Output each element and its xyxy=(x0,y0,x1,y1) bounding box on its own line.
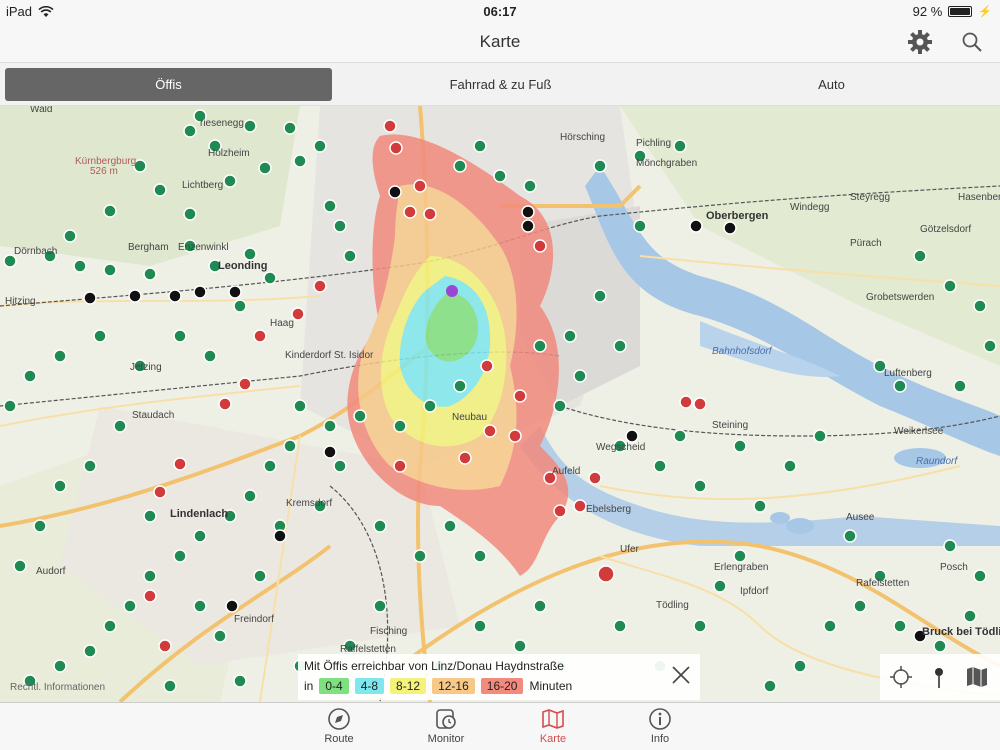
close-icon[interactable] xyxy=(670,664,692,686)
place-label: Posch xyxy=(940,562,968,573)
place-label: Erlengraben xyxy=(714,562,769,573)
place-label: Kinderdorf St. Isidor xyxy=(285,350,374,361)
place-label: Hasenberg xyxy=(958,192,1000,203)
legend-prefix: in xyxy=(304,679,314,693)
legend-chip-0-4: 0-4 xyxy=(319,678,349,694)
tab-oeffis[interactable]: Öffis xyxy=(5,68,332,101)
map-layers-icon[interactable] xyxy=(964,664,990,690)
info-icon xyxy=(649,708,671,730)
place-label: Dörnbach xyxy=(14,246,58,257)
place-label: Freindorf xyxy=(234,614,275,625)
place-label: Ebelsberg xyxy=(586,504,632,515)
place-label: riesenegg xyxy=(200,118,244,129)
charging-icon: ⚡ xyxy=(978,6,992,18)
place-label: Steining xyxy=(712,420,749,431)
legend-chip-4-8: 4-8 xyxy=(354,678,385,694)
place-label: Haag xyxy=(270,318,294,329)
place-label: Holzheim xyxy=(208,148,250,159)
page-title: Karte xyxy=(479,32,521,51)
place-label: Leonding xyxy=(218,260,268,272)
place-label: Luftenberg xyxy=(884,368,932,379)
place-label: Aufeld xyxy=(552,466,581,477)
tab-monitor-label: Monitor xyxy=(427,733,465,745)
place-label: Lindenlach xyxy=(170,508,229,520)
tab-bar: Route Monitor Karte Info xyxy=(0,702,1000,750)
place-label: Fisching xyxy=(370,626,408,637)
status-bar: iPad 06:17 92 % ⚡ xyxy=(0,0,1000,22)
water-label: Bahnhofsdorf xyxy=(712,346,772,357)
tab-karte-label: Karte xyxy=(539,733,567,745)
place-label: Weikerlsee xyxy=(894,426,944,437)
place-label: Ufer xyxy=(620,544,639,555)
place-label: Neubau xyxy=(452,412,488,423)
tab-fahrrad[interactable]: Fahrrad & zu Fuß xyxy=(337,68,664,101)
place-label: Mönchgraben xyxy=(636,158,698,169)
place-label: Enzenwinkl xyxy=(178,242,229,253)
place-label: Hitzing xyxy=(5,296,36,307)
gear-icon[interactable] xyxy=(906,28,934,56)
map-icon xyxy=(542,709,564,729)
place-label: Pichling xyxy=(636,138,672,149)
tab-route-label: Route xyxy=(324,733,354,745)
place-label: Steyregg xyxy=(850,192,891,203)
place-label: Bergham xyxy=(128,242,169,253)
place-label: Rafelstetten xyxy=(856,578,910,589)
tab-auto[interactable]: Auto xyxy=(668,68,995,101)
place-label: Ausee xyxy=(846,512,875,523)
place-label: Bruck bei Tödling xyxy=(922,626,1000,638)
tab-info[interactable]: Info xyxy=(620,707,700,745)
map-view[interactable]: Wald riesenegg Holzheim Kürnbergburg 526… xyxy=(0,106,1000,702)
status-time: 06:17 xyxy=(483,4,517,19)
legend-unit: Minuten xyxy=(529,679,573,693)
status-right: 92 % ⚡ xyxy=(913,4,992,19)
legal-info-link[interactable]: Rechtl. Informationen xyxy=(10,682,105,693)
battery-percent: 92 % xyxy=(912,4,943,19)
pin-icon[interactable] xyxy=(926,664,952,690)
legend-chip-12-16: 12-16 xyxy=(432,678,475,694)
place-label: Staudach xyxy=(132,410,175,421)
place-label: Pürach xyxy=(850,238,882,249)
place-label: Ipfdorf xyxy=(740,586,769,597)
legend-title: Mit Öffis erreichbar von Linz/Donau Hayd… xyxy=(304,659,564,673)
legend-chip-16-20: 16-20 xyxy=(480,678,524,694)
place-label: Wegscheid xyxy=(596,442,646,453)
compass-icon xyxy=(328,708,350,730)
tab-monitor[interactable]: Monitor xyxy=(406,707,486,745)
tab-karte[interactable]: Karte xyxy=(513,707,593,745)
nav-bar: Karte xyxy=(0,22,1000,62)
place-label: Oberbergen xyxy=(706,210,769,222)
water-label: Raundorf xyxy=(916,456,958,467)
map-tools xyxy=(880,654,1000,700)
legend-row: in 0-4 4-8 8-12 12-16 16-20 Minuten xyxy=(304,678,572,694)
place-label: Audorf xyxy=(36,566,66,577)
battery-icon xyxy=(948,6,973,17)
transport-mode-tabs: Öffis Fahrrad & zu Fuß Auto xyxy=(0,62,1000,106)
place-label: Windegg xyxy=(790,202,830,213)
place-label: Grobetswerden xyxy=(866,292,935,303)
locate-icon[interactable] xyxy=(888,664,914,690)
isochrone-legend: Mit Öffis erreichbar von Linz/Donau Hayd… xyxy=(298,654,700,700)
legend-chip-8-12: 8-12 xyxy=(390,678,427,694)
clock-icon xyxy=(436,709,456,729)
search-icon[interactable] xyxy=(958,28,986,56)
tab-route[interactable]: Route xyxy=(299,707,379,745)
tab-info-label: Info xyxy=(650,733,670,745)
place-label: Hörsching xyxy=(560,132,606,143)
place-label: Jetzing xyxy=(130,362,162,373)
place-label: Götzelsdorf xyxy=(920,224,972,235)
place-label: Wald xyxy=(30,106,53,115)
place-label: 526 m xyxy=(90,166,118,177)
place-label: Tödling xyxy=(656,600,689,611)
place-label: Kremsdorf xyxy=(286,498,333,509)
place-label: Lichtberg xyxy=(182,180,224,191)
